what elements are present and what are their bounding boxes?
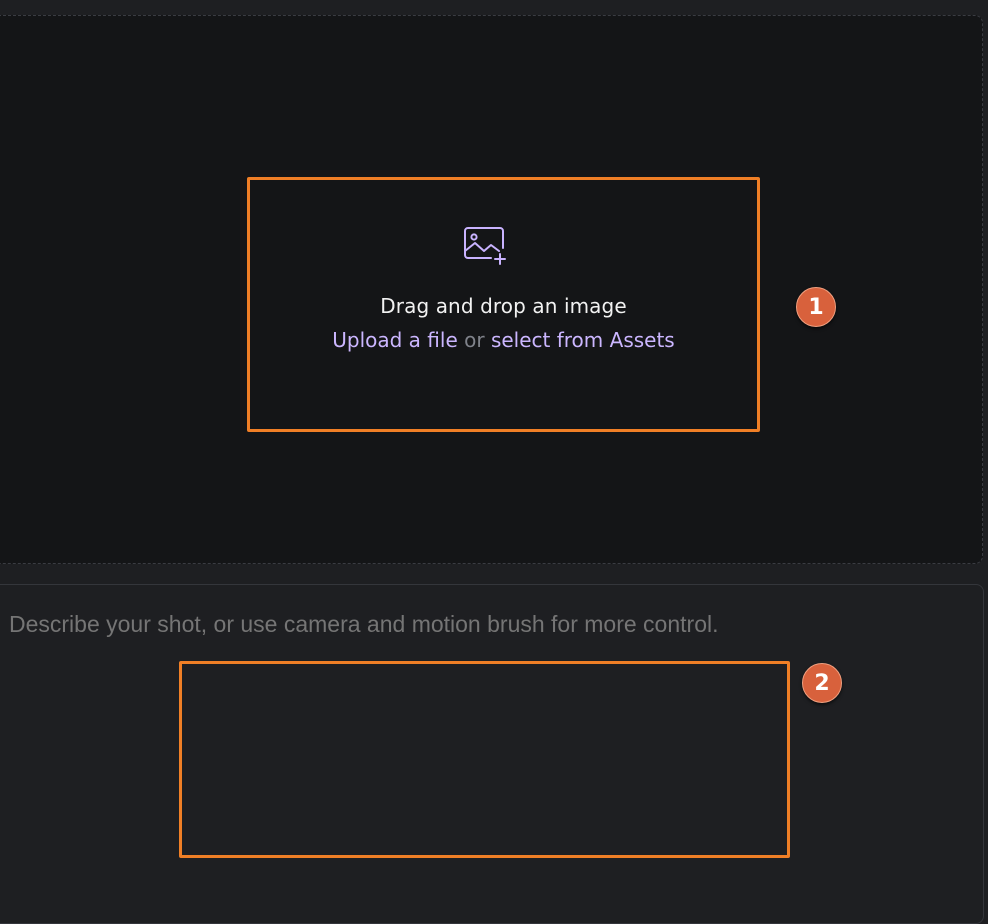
- select-assets-link[interactable]: select from Assets: [491, 328, 675, 352]
- prompt-input[interactable]: [7, 610, 971, 639]
- prompt-editor-area[interactable]: [180, 662, 790, 857]
- annotation-badge-2: 2: [802, 663, 842, 703]
- dropzone-title: Drag and drop an image: [380, 294, 627, 318]
- or-separator: or: [464, 328, 485, 352]
- upload-file-link[interactable]: Upload a file: [332, 328, 458, 352]
- image-dropzone[interactable]: Drag and drop an image Upload a file or …: [248, 178, 759, 431]
- image-plus-icon: [464, 227, 506, 265]
- annotation-badge-1: 1: [796, 287, 836, 327]
- dropzone-links: Upload a file or select from Assets: [248, 328, 759, 352]
